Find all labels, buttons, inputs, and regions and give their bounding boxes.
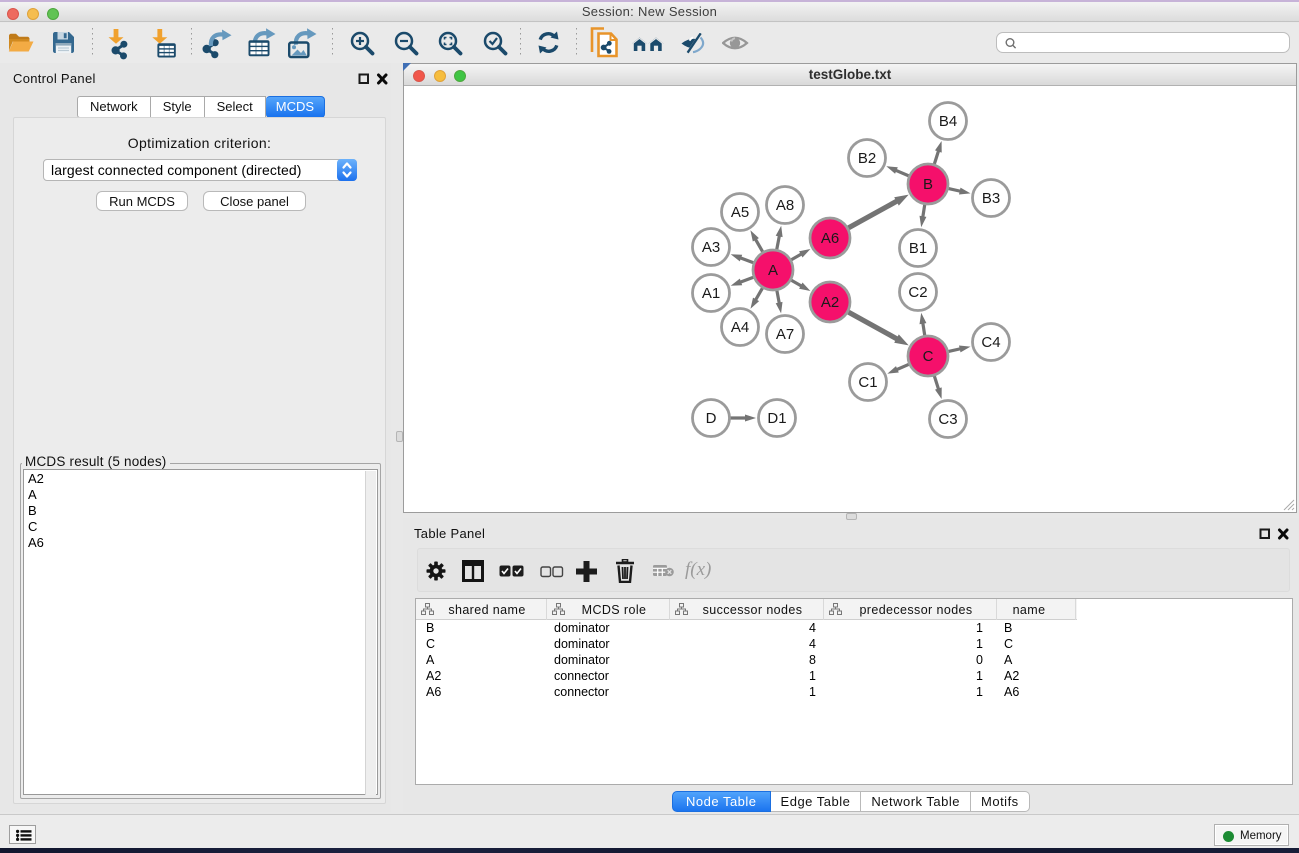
svg-text:A1: A1 (702, 285, 720, 302)
svg-text:A6: A6 (821, 230, 839, 247)
svg-text:B4: B4 (939, 113, 957, 130)
svg-text:C: C (923, 348, 934, 365)
svg-text:C1: C1 (858, 374, 877, 391)
svg-text:A5: A5 (731, 204, 749, 221)
svg-text:A8: A8 (776, 197, 794, 214)
svg-text:D1: D1 (767, 410, 786, 427)
svg-text:C3: C3 (938, 411, 957, 428)
svg-text:A7: A7 (776, 326, 794, 343)
svg-text:B3: B3 (982, 190, 1000, 207)
svg-text:A4: A4 (731, 319, 749, 336)
svg-text:D: D (706, 410, 717, 427)
svg-text:B1: B1 (909, 240, 927, 257)
svg-text:B2: B2 (858, 150, 876, 167)
svg-text:A3: A3 (702, 239, 720, 256)
svg-text:A2: A2 (821, 294, 839, 311)
svg-text:A: A (768, 262, 778, 279)
svg-text:C2: C2 (908, 284, 927, 301)
svg-text:C4: C4 (981, 334, 1000, 351)
svg-text:B: B (923, 176, 933, 193)
